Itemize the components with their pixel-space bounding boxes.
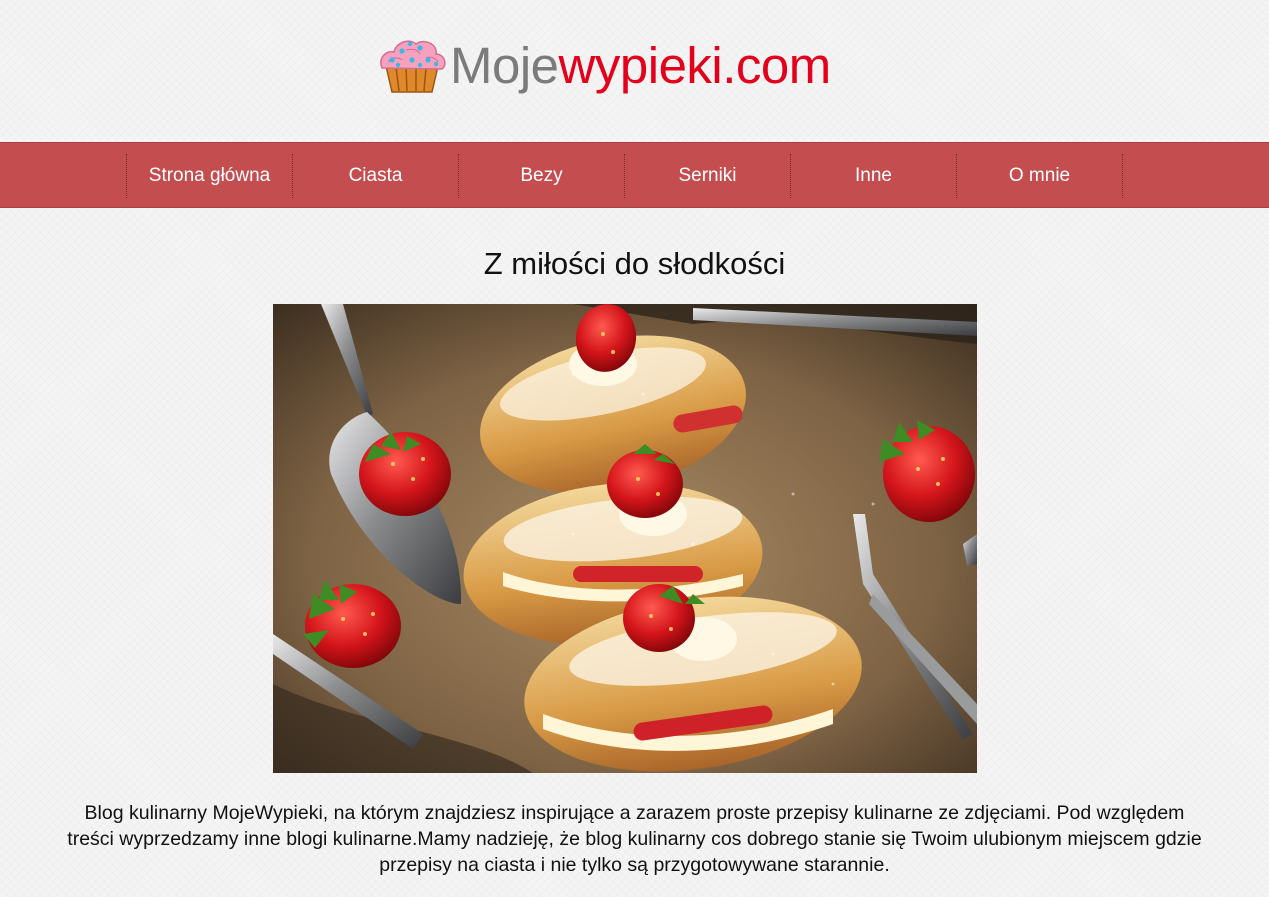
hero-image [273, 304, 977, 773]
logo-text: Mojewypieki.com [450, 36, 831, 96]
intro-text: Blog kulinarny MojeWypieki, na którym zn… [67, 802, 1202, 876]
main-nav: Strona główna Ciasta Bezy Serniki Inne O… [0, 142, 1269, 208]
site-header: Mojewypieki.com [0, 0, 1269, 142]
logo-text-moje: Moje [450, 37, 559, 94]
nav-list: Strona główna Ciasta Bezy Serniki Inne O… [126, 154, 1123, 198]
nav-item-inne[interactable]: Inne [791, 154, 957, 198]
nav-item-serniki[interactable]: Serniki [625, 154, 791, 198]
nav-item-o-mnie[interactable]: O mnie [957, 154, 1123, 198]
nav-item-bezy[interactable]: Bezy [459, 154, 625, 198]
cupcake-icon [380, 40, 446, 93]
nav-item-ciasta[interactable]: Ciasta [293, 154, 459, 198]
logo-text-wypieki: wypieki.com [558, 37, 832, 94]
nav-item-home[interactable]: Strona główna [127, 154, 293, 198]
page-title: Z miłości do słodkości [483, 246, 786, 281]
site-logo[interactable]: Mojewypieki.com [376, 34, 831, 98]
